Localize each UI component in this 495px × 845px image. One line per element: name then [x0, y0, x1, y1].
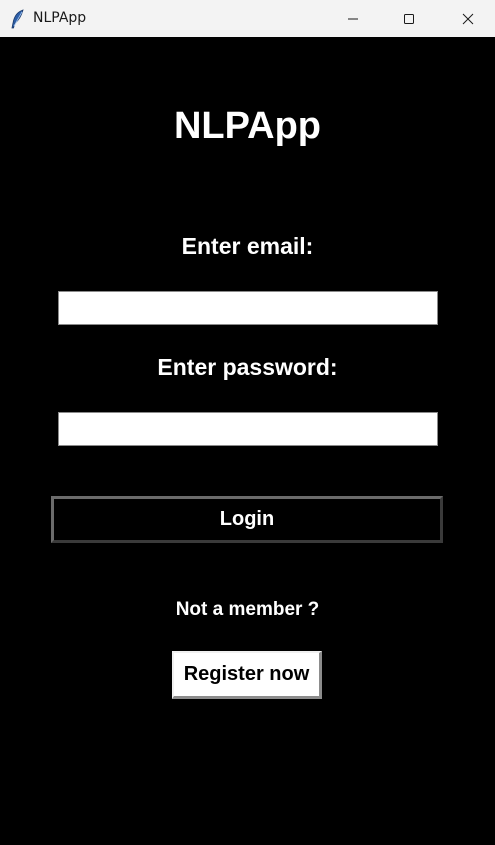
minimize-button[interactable]	[330, 0, 376, 37]
password-label: Enter password:	[157, 354, 338, 380]
maximize-icon	[404, 13, 414, 24]
app-window: NLPApp NLPApp Enter email: Enter passwor…	[0, 0, 495, 845]
login-panel: NLPApp Enter email: Enter password: Logi…	[0, 37, 495, 845]
not-member-text: Not a member ?	[175, 599, 320, 620]
feather-icon	[10, 9, 26, 29]
title-bar: NLPApp	[0, 0, 495, 37]
app-heading: NLPApp	[173, 105, 322, 147]
maximize-button[interactable]	[386, 0, 432, 37]
close-icon	[462, 13, 474, 24]
register-button[interactable]: Register now	[172, 651, 322, 699]
login-button[interactable]: Login	[51, 496, 443, 543]
window-title: NLPApp	[33, 10, 87, 26]
email-label: Enter email:	[181, 233, 314, 259]
minimize-icon	[348, 18, 358, 19]
email-input[interactable]	[58, 291, 438, 325]
close-button[interactable]	[445, 0, 491, 37]
password-input[interactable]	[58, 412, 438, 446]
